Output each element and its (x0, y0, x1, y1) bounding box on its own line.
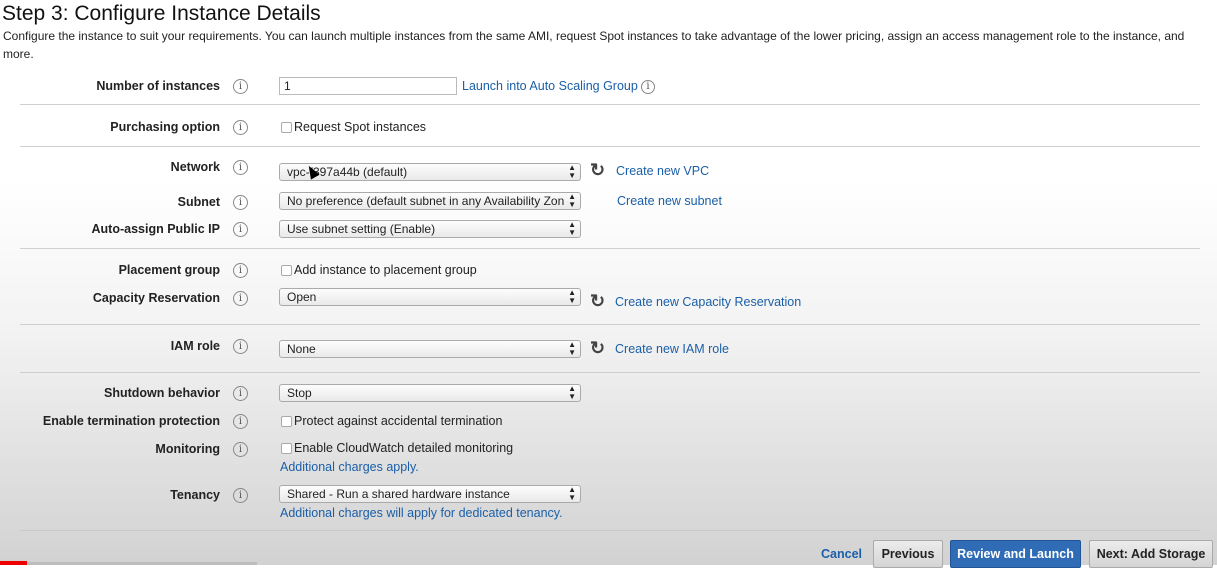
info-icon[interactable]: i (233, 442, 248, 457)
capacity-reservation-select[interactable]: Open ▲ ▼ (279, 288, 581, 306)
shutdown-behavior-select[interactable]: Stop ▲ ▼ (279, 384, 581, 402)
subnet-label: Subnet (177, 195, 220, 209)
select-arrows-icon: ▲ ▼ (568, 288, 576, 305)
monitoring-charges-link[interactable]: Additional charges apply. (280, 460, 419, 474)
select-arrows-icon: ▲ ▼ (568, 163, 576, 180)
select-arrows-icon: ▲ ▼ (568, 485, 576, 502)
info-icon[interactable]: i (233, 195, 248, 210)
termination-protection-checkbox-label: Protect against accidental termination (294, 414, 503, 428)
monitoring-label: Monitoring (155, 442, 220, 456)
monitoring-checkbox-label: Enable CloudWatch detailed monitoring (294, 441, 514, 455)
info-icon[interactable]: i (233, 339, 248, 354)
select-arrows-icon: ▲ ▼ (568, 220, 576, 237)
create-vpc-link[interactable]: Create new VPC (616, 164, 709, 178)
section-divider (20, 372, 1200, 373)
info-icon[interactable]: i (233, 160, 248, 175)
refresh-icon[interactable]: ↻ (590, 161, 605, 179)
tenancy-value: Shared - Run a shared hardware instance (287, 487, 510, 501)
create-capacity-reservation-link[interactable]: Create new Capacity Reservation (615, 295, 801, 309)
info-icon[interactable]: i (233, 263, 248, 278)
shutdown-behavior-value: Stop (287, 386, 312, 400)
select-arrows-icon: ▲ ▼ (568, 192, 576, 209)
create-subnet-link[interactable]: Create new subnet (617, 194, 722, 208)
page-description: Configure the instance to suit your requ… (3, 29, 1185, 61)
info-icon[interactable]: i (233, 79, 248, 94)
section-divider (20, 324, 1200, 325)
refresh-icon[interactable]: ↻ (590, 292, 605, 310)
tenancy-charges-link[interactable]: Additional charges will apply for dedica… (280, 506, 563, 520)
info-icon[interactable]: i (233, 386, 248, 401)
shutdown-behavior-label: Shutdown behavior (104, 386, 220, 400)
select-arrows-icon: ▲ ▼ (568, 384, 576, 401)
info-icon[interactable]: i (641, 80, 655, 94)
auto-assign-ip-label: Auto-assign Public IP (91, 222, 221, 236)
capacity-reservation-value: Open (287, 290, 317, 304)
number-of-instances-label: Number of instances (96, 79, 220, 93)
info-icon[interactable]: i (233, 222, 248, 237)
monitoring-checkbox[interactable] (281, 443, 292, 454)
tenancy-select[interactable]: Shared - Run a shared hardware instance … (279, 485, 581, 503)
request-spot-checkbox[interactable] (281, 122, 292, 133)
tenancy-label: Tenancy (170, 488, 220, 502)
create-iam-role-link[interactable]: Create new IAM role (615, 342, 729, 356)
select-arrows-icon: ▲ ▼ (568, 340, 576, 357)
request-spot-label: Request Spot instances (294, 120, 427, 134)
capacity-reservation-label: Capacity Reservation (92, 291, 220, 305)
iam-role-value: None (287, 342, 316, 356)
iam-role-label: IAM role (170, 339, 220, 353)
info-icon[interactable]: i (233, 291, 248, 306)
cancel-link[interactable]: Cancel (821, 547, 862, 561)
section-divider (20, 146, 1200, 147)
subnet-select[interactable]: No preference (default subnet in any Ava… (279, 192, 581, 210)
refresh-icon[interactable]: ↻ (590, 339, 605, 357)
number-of-instances-input[interactable]: 1 (279, 77, 457, 95)
termination-protection-checkbox[interactable] (281, 416, 292, 427)
footer-divider (20, 530, 1200, 531)
review-and-launch-button[interactable]: Review and Launch (950, 540, 1081, 568)
info-icon[interactable]: i (233, 488, 248, 503)
page-title: Step 3: Configure Instance Details (2, 2, 321, 25)
next-add-storage-button[interactable]: Next: Add Storage (1089, 540, 1213, 568)
network-select[interactable]: vpc-f397a44b (default) ▲ ▼ (279, 163, 581, 181)
placement-group-label: Placement group (118, 263, 220, 277)
auto-assign-ip-select[interactable]: Use subnet setting (Enable) ▲ ▼ (279, 220, 581, 238)
previous-button[interactable]: Previous (873, 540, 943, 568)
iam-role-select[interactable]: None ▲ ▼ (279, 340, 581, 358)
subnet-value: No preference (default subnet in any Ava… (287, 194, 565, 208)
purchasing-option-label: Purchasing option (110, 120, 220, 134)
launch-auto-scaling-link[interactable]: Launch into Auto Scaling Group (462, 79, 638, 93)
placement-group-checkbox[interactable] (281, 265, 292, 276)
termination-protection-label: Enable termination protection (42, 414, 220, 428)
section-divider (20, 104, 1200, 105)
video-progress-bar[interactable] (0, 561, 27, 565)
info-icon[interactable]: i (233, 414, 248, 429)
network-label: Network (170, 160, 220, 174)
auto-assign-ip-value: Use subnet setting (Enable) (287, 222, 436, 236)
info-icon[interactable]: i (233, 120, 248, 135)
section-divider (20, 248, 1200, 249)
placement-group-checkbox-label: Add instance to placement group (294, 263, 477, 277)
